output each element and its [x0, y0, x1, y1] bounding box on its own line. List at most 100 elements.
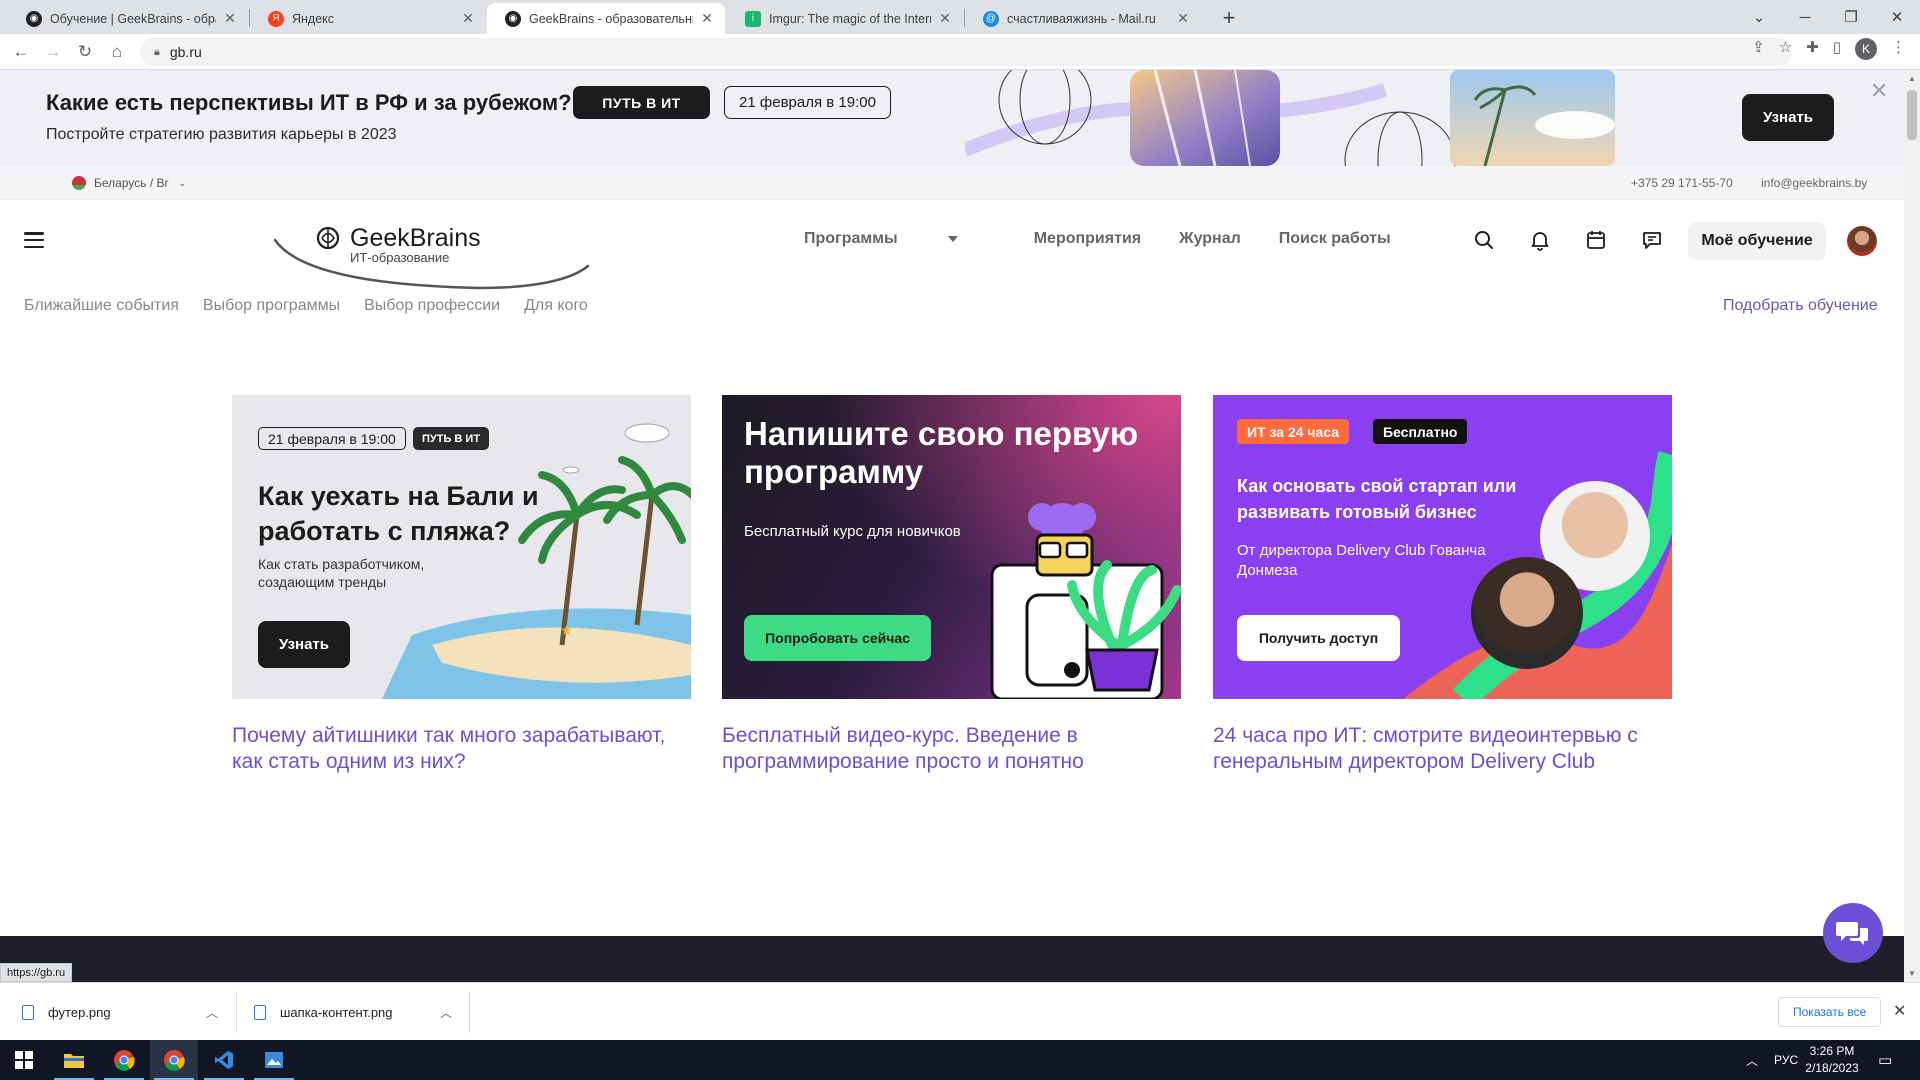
browser-tab[interactable]: ◉ Обучение | GeekBrains - образо ✕ [8, 3, 248, 34]
share-icon[interactable]: ⇪ [1752, 38, 1765, 60]
card-banner[interactable]: ИТ за 24 часа Бесплатно Как основать сво… [1213, 395, 1672, 699]
home-icon[interactable]: ⌂ [105, 40, 129, 64]
promo-close-icon[interactable]: ✕ [1870, 78, 1888, 104]
promo-subtitle: Постройте стратегию развития карьеры в 2… [46, 126, 397, 143]
main-navigation: Программы Мероприятия Журнал Поиск работ… [804, 230, 1429, 248]
geekbrains-icon: ◉ [26, 10, 42, 27]
scrollbar-thumb[interactable] [1907, 90, 1917, 140]
promo-learn-button[interactable]: Узнать [1742, 94, 1834, 141]
browser-tab[interactable]: Я Яндекс ✕ [250, 3, 486, 34]
close-tab-icon[interactable]: ✕ [699, 10, 715, 27]
calendar-icon[interactable] [1584, 228, 1608, 252]
subnav-item-audience[interactable]: Для кого [524, 297, 588, 315]
email-link[interactable]: info@geekbrains.by [1761, 176, 1867, 190]
nav-item-jobs[interactable]: Поиск работы [1279, 230, 1391, 248]
taskbar-paint[interactable] [250, 1040, 298, 1080]
system-clock[interactable]: 3:26 PM 2/18/2023 [1798, 1043, 1866, 1077]
lock-icon[interactable]: 🔒︎ [154, 46, 160, 59]
page-scrollbar[interactable]: ▲ ▼ [1904, 70, 1920, 982]
nav-label: Программы [804, 230, 898, 247]
card-article-link[interactable]: Бесплатный видео-курс. Введение в програ… [722, 723, 1181, 775]
taskbar-chrome[interactable] [100, 1040, 148, 1080]
subnav-item-events[interactable]: Ближайшие события [24, 297, 179, 315]
promo-banner: Какие есть перспективы ИТ в РФ и за рубе… [0, 70, 1904, 166]
user-avatar[interactable] [1847, 226, 1877, 256]
learn-more-button[interactable]: Узнать [258, 621, 350, 668]
card-banner[interactable]: ★ 21 февраля в 19:00 ПУТЬ В ИТ Как уехат… [232, 395, 691, 699]
browser-tab-active[interactable]: ◉ GeekBrains - образовательный ✕ [487, 3, 725, 34]
top-info-bar: Беларусь / Br ⌄ +375 29 171-55-70 info@g… [0, 166, 1904, 200]
browser-tab[interactable]: @ счастливаяжизнь - Mail.ru ✕ [965, 3, 1201, 34]
tab-search-icon[interactable]: ⌄ [1736, 0, 1782, 34]
side-panel-icon[interactable]: ▯ [1833, 38, 1841, 60]
image-viewer-icon [265, 1052, 283, 1068]
card-banner[interactable]: Напишите свою первую программу Бесплатны… [722, 395, 1181, 699]
chevron-up-icon[interactable]: ︿ [440, 1004, 452, 1021]
close-tab-icon[interactable]: ✕ [222, 10, 238, 27]
scroll-down-icon[interactable]: ▼ [1908, 969, 1916, 978]
start-button[interactable] [0, 1040, 48, 1080]
taskbar-chrome-active[interactable] [150, 1040, 198, 1080]
maximize-button[interactable]: ❐ [1828, 0, 1874, 34]
clock-time: 3:26 PM [1809, 1044, 1855, 1058]
taskbar-file-explorer[interactable] [50, 1040, 98, 1080]
try-now-button[interactable]: Попробовать сейчас [744, 615, 931, 661]
pick-course-link[interactable]: Подобрать обучение [1723, 297, 1878, 315]
chevron-up-icon[interactable]: ︿ [206, 1004, 218, 1021]
divider [469, 991, 470, 1033]
windows-logo-icon [15, 1051, 33, 1069]
messages-icon[interactable] [1640, 228, 1664, 252]
card-article-link[interactable]: 24 часа про ИТ: смотрите видеоинтервью с… [1213, 723, 1672, 775]
subnav-item-profession[interactable]: Выбор профессии [364, 297, 500, 315]
search-icon[interactable] [1472, 228, 1496, 252]
browser-tab[interactable]: i Imgur: The magic of the Internet ✕ [727, 3, 963, 34]
promo-illustration [965, 70, 1615, 166]
nav-item-programs[interactable]: Программы [804, 230, 996, 248]
close-downloads-icon[interactable]: ✕ [1893, 1001, 1906, 1021]
subnav-item-program[interactable]: Выбор программы [203, 297, 340, 315]
nav-item-journal[interactable]: Журнал [1179, 230, 1241, 248]
region-selector[interactable]: Беларусь / Br ⌄ [72, 176, 186, 190]
chat-widget-button[interactable] [1823, 903, 1883, 963]
tab-title: Обучение | GeekBrains - образо [50, 11, 216, 26]
path-tag: ПУТЬ В ИТ [413, 427, 490, 450]
browser-menu-icon[interactable]: ⋮ [1891, 38, 1906, 60]
logo-tagline: ИТ-образование [350, 250, 450, 265]
bell-icon[interactable] [1528, 228, 1552, 252]
notifications-icon[interactable]: ▭ [1878, 1040, 1892, 1080]
close-tab-icon[interactable]: ✕ [937, 10, 953, 27]
close-tab-icon[interactable]: ✕ [460, 10, 476, 27]
taskbar-vscode[interactable] [200, 1040, 248, 1080]
my-learning-button[interactable]: Моё обучение [1688, 222, 1826, 260]
back-arrow-icon[interactable]: ← [9, 40, 33, 64]
url-text[interactable]: gb.ru [170, 44, 202, 60]
bookmark-star-icon[interactable]: ☆ [1779, 38, 1792, 60]
promo-date-chip: 21 февраля в 19:00 [724, 86, 891, 119]
phone-link[interactable]: +375 29 171-55-70 [1631, 176, 1733, 190]
chrome-icon [114, 1050, 135, 1071]
show-all-downloads-button[interactable]: Показать все [1778, 997, 1882, 1027]
get-access-button[interactable]: Получить доступ [1237, 615, 1400, 661]
hamburger-menu-icon[interactable] [24, 232, 44, 248]
download-item[interactable]: шапка-контент.png ︿ [254, 983, 452, 1041]
new-tab-button[interactable]: + [1215, 5, 1243, 31]
nav-item-events[interactable]: Мероприятия [1034, 230, 1141, 248]
window-close-button[interactable]: ✕ [1874, 0, 1920, 34]
extensions-icon[interactable]: ✚ [1806, 38, 1819, 60]
download-item[interactable]: футер.png ︿ [22, 983, 218, 1041]
reload-icon[interactable]: ↻ [73, 40, 97, 64]
address-bar[interactable]: 🔒︎ gb.ru [140, 38, 1792, 66]
forward-arrow-icon[interactable]: → [41, 40, 65, 64]
profile-avatar[interactable]: K [1855, 38, 1877, 60]
card-heading: Напишите свою первую программу [744, 415, 1139, 490]
tray-overflow-icon[interactable]: ︿ [1746, 1040, 1758, 1080]
minimize-button[interactable]: ─ [1782, 0, 1828, 34]
scroll-up-icon[interactable]: ▲ [1908, 74, 1916, 83]
speaker-photo-2 [1471, 557, 1583, 669]
download-filename: футер.png [48, 1004, 111, 1020]
chat-bubbles-icon [1836, 922, 1868, 945]
card-article-link[interactable]: Почему айтишники так много зарабатывают,… [232, 723, 691, 775]
close-tab-icon[interactable]: ✕ [1175, 10, 1191, 27]
input-language[interactable]: РУС [1774, 1040, 1798, 1080]
status-bar-url: https://gb.ru [0, 963, 73, 982]
